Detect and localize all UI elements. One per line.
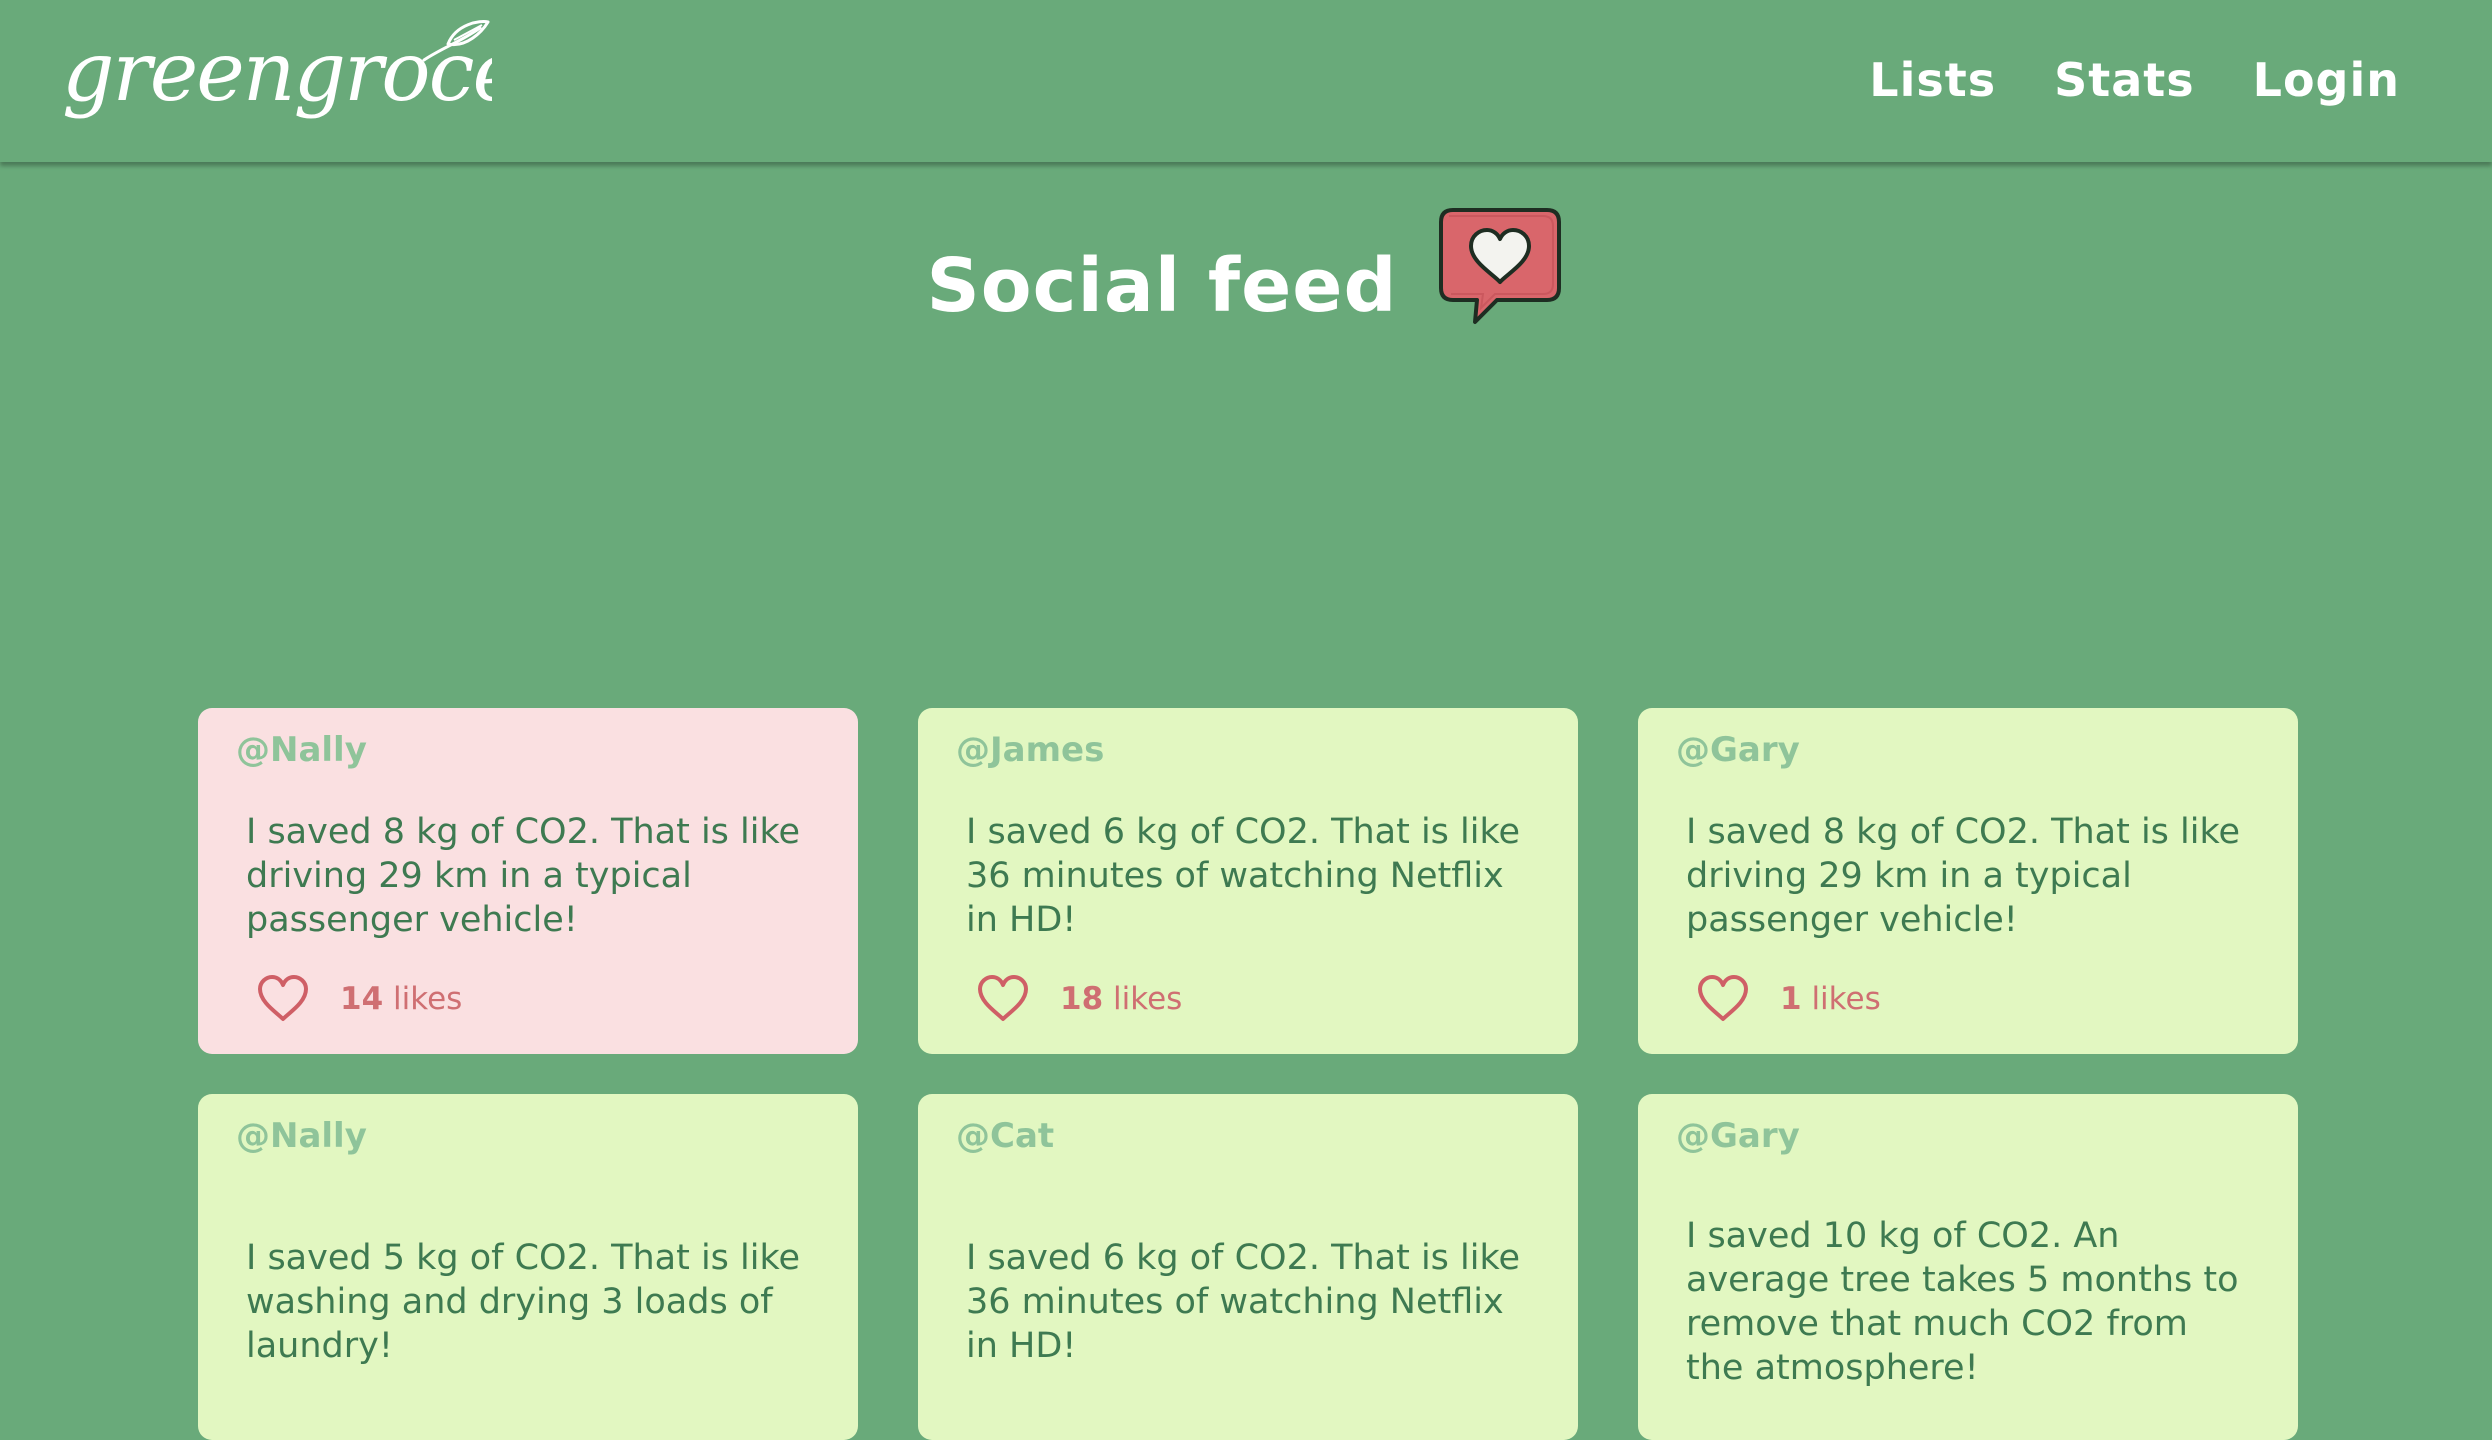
feed-card: @Gary I saved 8 kg of CO2. That is like … — [1638, 708, 2298, 1054]
heart-icon[interactable] — [256, 974, 310, 1024]
nav-link-lists[interactable]: Lists — [1869, 53, 1996, 107]
feed-card: @Gary I saved 10 kg of CO2. An average t… — [1638, 1094, 2298, 1440]
like-count-number: 1 — [1780, 981, 1802, 1017]
page-title: Social feed — [926, 243, 1398, 329]
post-username[interactable]: @Gary — [1676, 1116, 1800, 1156]
heart-speech-bubble-icon — [1439, 208, 1562, 324]
nav-link-stats[interactable]: Stats — [2054, 53, 2195, 107]
feed-card: @Cat I saved 6 kg of CO2. That is like 3… — [918, 1094, 1578, 1440]
heart-icon[interactable] — [976, 974, 1030, 1024]
post-message: I saved 5 kg of CO2. That is like washin… — [246, 1238, 801, 1366]
social-feed-grid: @Nally I saved 8 kg of CO2. That is like… — [198, 708, 2298, 1440]
feed-card: @Nally I saved 8 kg of CO2. That is like… — [198, 708, 858, 1054]
like-count-label: likes — [1811, 981, 1881, 1017]
post-username[interactable]: @James — [956, 730, 1104, 770]
like-count: 14 likes — [340, 981, 462, 1017]
like-count: 1 likes — [1780, 981, 1881, 1017]
like-count-label: likes — [393, 981, 463, 1017]
heart-icon[interactable] — [1696, 974, 1750, 1024]
page-header: Social feed — [0, 208, 2492, 336]
nav-links: Lists Stats Login — [1811, 0, 2400, 162]
nav-link-login[interactable]: Login — [2253, 53, 2400, 107]
post-username[interactable]: @Nally — [236, 730, 367, 770]
svg-text:greengrocer: greengrocer — [62, 25, 492, 120]
post-message: I saved 8 kg of CO2. That is like drivin… — [1686, 812, 2241, 940]
like-count-number: 14 — [340, 981, 384, 1017]
post-message: I saved 6 kg of CO2. That is like 36 min… — [966, 812, 1521, 940]
like-count-number: 18 — [1060, 981, 1104, 1017]
like-count-label: likes — [1113, 981, 1183, 1017]
like-count: 18 likes — [1060, 981, 1182, 1017]
post-username[interactable]: @Gary — [1676, 730, 1800, 770]
post-likes: 18 likes — [976, 974, 1182, 1024]
post-message: I saved 8 kg of CO2. That is like drivin… — [246, 812, 801, 940]
feed-card: @Nally I saved 5 kg of CO2. That is like… — [198, 1094, 858, 1440]
post-message: I saved 10 kg of CO2. An average tree ta… — [1686, 1216, 2239, 1388]
post-likes: 14 likes — [256, 974, 462, 1024]
post-username[interactable]: @Nally — [236, 1116, 367, 1156]
post-username[interactable]: @Cat — [956, 1116, 1054, 1156]
feed-card: @James I saved 6 kg of CO2. That is like… — [918, 708, 1578, 1054]
navbar: greengrocer Lists Stats Login — [0, 0, 2492, 162]
post-message: I saved 6 kg of CO2. That is like 36 min… — [966, 1238, 1521, 1366]
greengrocer-logo[interactable]: greengrocer — [62, 18, 492, 148]
post-likes: 1 likes — [1696, 974, 1881, 1024]
